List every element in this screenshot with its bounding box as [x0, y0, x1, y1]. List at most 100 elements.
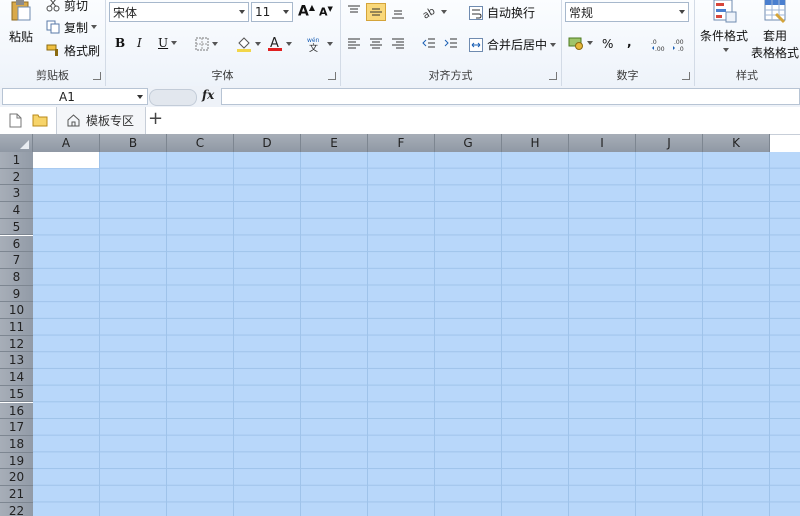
- cut-button[interactable]: 剪切: [46, 0, 88, 13]
- align-top-button[interactable]: [347, 5, 361, 17]
- add-tab-button[interactable]: +: [148, 108, 163, 129]
- alignment-launcher-icon[interactable]: [549, 72, 557, 80]
- row-header[interactable]: 2: [0, 168, 33, 186]
- paste-button[interactable]: 粘贴: [4, 0, 38, 48]
- orientation-button[interactable]: ab: [422, 5, 447, 19]
- increase-indent-icon: [444, 38, 457, 48]
- phonetic-button[interactable]: wén 文: [306, 36, 333, 52]
- column-header[interactable]: H: [502, 134, 569, 152]
- row-header[interactable]: 8: [0, 268, 33, 286]
- increase-font-button[interactable]: A▲: [298, 3, 315, 20]
- align-middle-button[interactable]: [366, 3, 386, 21]
- number-launcher-icon[interactable]: [682, 72, 690, 80]
- row-header[interactable]: 3: [0, 185, 33, 203]
- font-launcher-icon[interactable]: [328, 72, 336, 80]
- open-folder-button[interactable]: [32, 113, 48, 130]
- decrease-decimal-button[interactable]: .00.0: [672, 38, 688, 52]
- row-header[interactable]: 21: [0, 486, 33, 503]
- font-size-value: 11: [255, 5, 271, 19]
- active-cell[interactable]: [33, 152, 99, 168]
- cell-area[interactable]: [33, 152, 800, 516]
- border-dropdown-icon[interactable]: [212, 42, 218, 46]
- accounting-dropdown-icon[interactable]: [587, 41, 593, 45]
- row-header[interactable]: 9: [0, 285, 33, 303]
- row-header[interactable]: 5: [0, 218, 33, 236]
- ribbon: 粘贴 剪切 复制 格式刷 剪贴板 宋体 11 A▲ A▼ B I U A wén…: [0, 0, 800, 87]
- row-header[interactable]: 16: [0, 402, 33, 420]
- insert-function-button[interactable]: fx: [202, 88, 214, 102]
- row-header[interactable]: 1: [0, 152, 33, 169]
- font-color-button[interactable]: A: [267, 35, 292, 52]
- underline-button[interactable]: U: [158, 36, 178, 50]
- row-header[interactable]: 17: [0, 419, 33, 436]
- formula-bar-resize-handle[interactable]: [149, 89, 197, 106]
- accounting-format-button[interactable]: [568, 36, 593, 50]
- wrap-text-button[interactable]: 自动换行: [469, 4, 535, 21]
- merge-dropdown-icon[interactable]: [550, 42, 557, 47]
- row-header[interactable]: 18: [0, 435, 33, 453]
- row-header[interactable]: 14: [0, 369, 33, 386]
- decrease-font-button[interactable]: A▼: [319, 5, 333, 19]
- font-size-combo[interactable]: 11: [251, 2, 293, 22]
- column-header[interactable]: I: [569, 134, 636, 152]
- align-left-button[interactable]: [347, 37, 361, 49]
- format-as-table-button[interactable]: 套用 表格格式: [750, 0, 800, 61]
- column-header[interactable]: D: [234, 134, 301, 152]
- font-color-dropdown-icon[interactable]: [286, 41, 292, 46]
- column-header[interactable]: E: [301, 134, 368, 152]
- fill-color-dropdown-icon[interactable]: [255, 42, 261, 46]
- bold-button[interactable]: B: [115, 36, 125, 50]
- align-right-icon: [392, 38, 404, 49]
- row-header[interactable]: 6: [0, 235, 33, 253]
- select-all-corner[interactable]: [0, 134, 33, 152]
- copy-button[interactable]: 复制: [46, 19, 98, 35]
- formula-input[interactable]: [221, 88, 800, 105]
- italic-button[interactable]: I: [137, 36, 142, 50]
- increase-indent-button[interactable]: [444, 37, 458, 49]
- column-header[interactable]: J: [636, 134, 703, 152]
- copy-dropdown-icon[interactable]: [91, 25, 98, 29]
- row-header[interactable]: 20: [0, 469, 33, 486]
- row-header[interactable]: 12: [0, 335, 33, 353]
- underline-dropdown-icon[interactable]: [171, 41, 178, 45]
- format-painter-button[interactable]: 格式刷: [46, 42, 100, 58]
- column-header[interactable]: K: [703, 134, 770, 152]
- phonetic-dropdown-icon[interactable]: [327, 42, 333, 46]
- styles-group-label: 样式: [736, 69, 758, 82]
- merge-center-button[interactable]: 合并后居中: [469, 36, 557, 53]
- column-header[interactable]: B: [100, 134, 167, 152]
- align-right-button[interactable]: [391, 37, 405, 49]
- row-header[interactable]: 10: [0, 302, 33, 319]
- tab-template-zone[interactable]: 模板专区: [56, 107, 146, 134]
- decrease-indent-button[interactable]: [422, 37, 436, 49]
- format-as-table-label-2: 表格格式: [750, 46, 799, 60]
- row-header[interactable]: 19: [0, 452, 33, 470]
- align-center-button[interactable]: [369, 37, 383, 49]
- row-header[interactable]: 11: [0, 319, 33, 336]
- conditional-format-button[interactable]: 条件格式: [700, 0, 748, 52]
- worksheet-grid[interactable]: A B C D E F G H I J K 1 2 3 4 5 6 7 8 9 10 11 12 13 14 15 16 17 18 19…: [0, 134, 800, 516]
- number-format-combo[interactable]: 常规: [565, 2, 689, 22]
- row-header[interactable]: 22: [0, 502, 33, 516]
- decrease-decimal-icon: .00.0: [673, 39, 684, 52]
- orientation-dropdown-icon[interactable]: [441, 10, 447, 14]
- border-button[interactable]: [195, 37, 218, 51]
- row-header[interactable]: 4: [0, 202, 33, 219]
- clipboard-launcher-icon[interactable]: [93, 72, 101, 80]
- row-header[interactable]: 7: [0, 252, 33, 269]
- font-name-combo[interactable]: 宋体: [109, 2, 249, 22]
- row-header[interactable]: 15: [0, 385, 33, 403]
- row-header[interactable]: 13: [0, 352, 33, 370]
- comma-button[interactable]: ,: [627, 35, 632, 49]
- new-document-button[interactable]: [9, 113, 22, 131]
- name-box[interactable]: A1: [2, 88, 148, 105]
- percent-button[interactable]: %: [602, 37, 613, 51]
- increase-decimal-button[interactable]: .0.00: [651, 38, 667, 52]
- column-header[interactable]: A: [33, 134, 100, 152]
- align-bottom-button[interactable]: [391, 7, 405, 19]
- chevron-down-icon[interactable]: [137, 95, 143, 99]
- column-header[interactable]: C: [167, 134, 234, 152]
- fill-color-button[interactable]: [236, 36, 261, 52]
- column-header[interactable]: G: [435, 134, 502, 152]
- column-header[interactable]: F: [368, 134, 435, 152]
